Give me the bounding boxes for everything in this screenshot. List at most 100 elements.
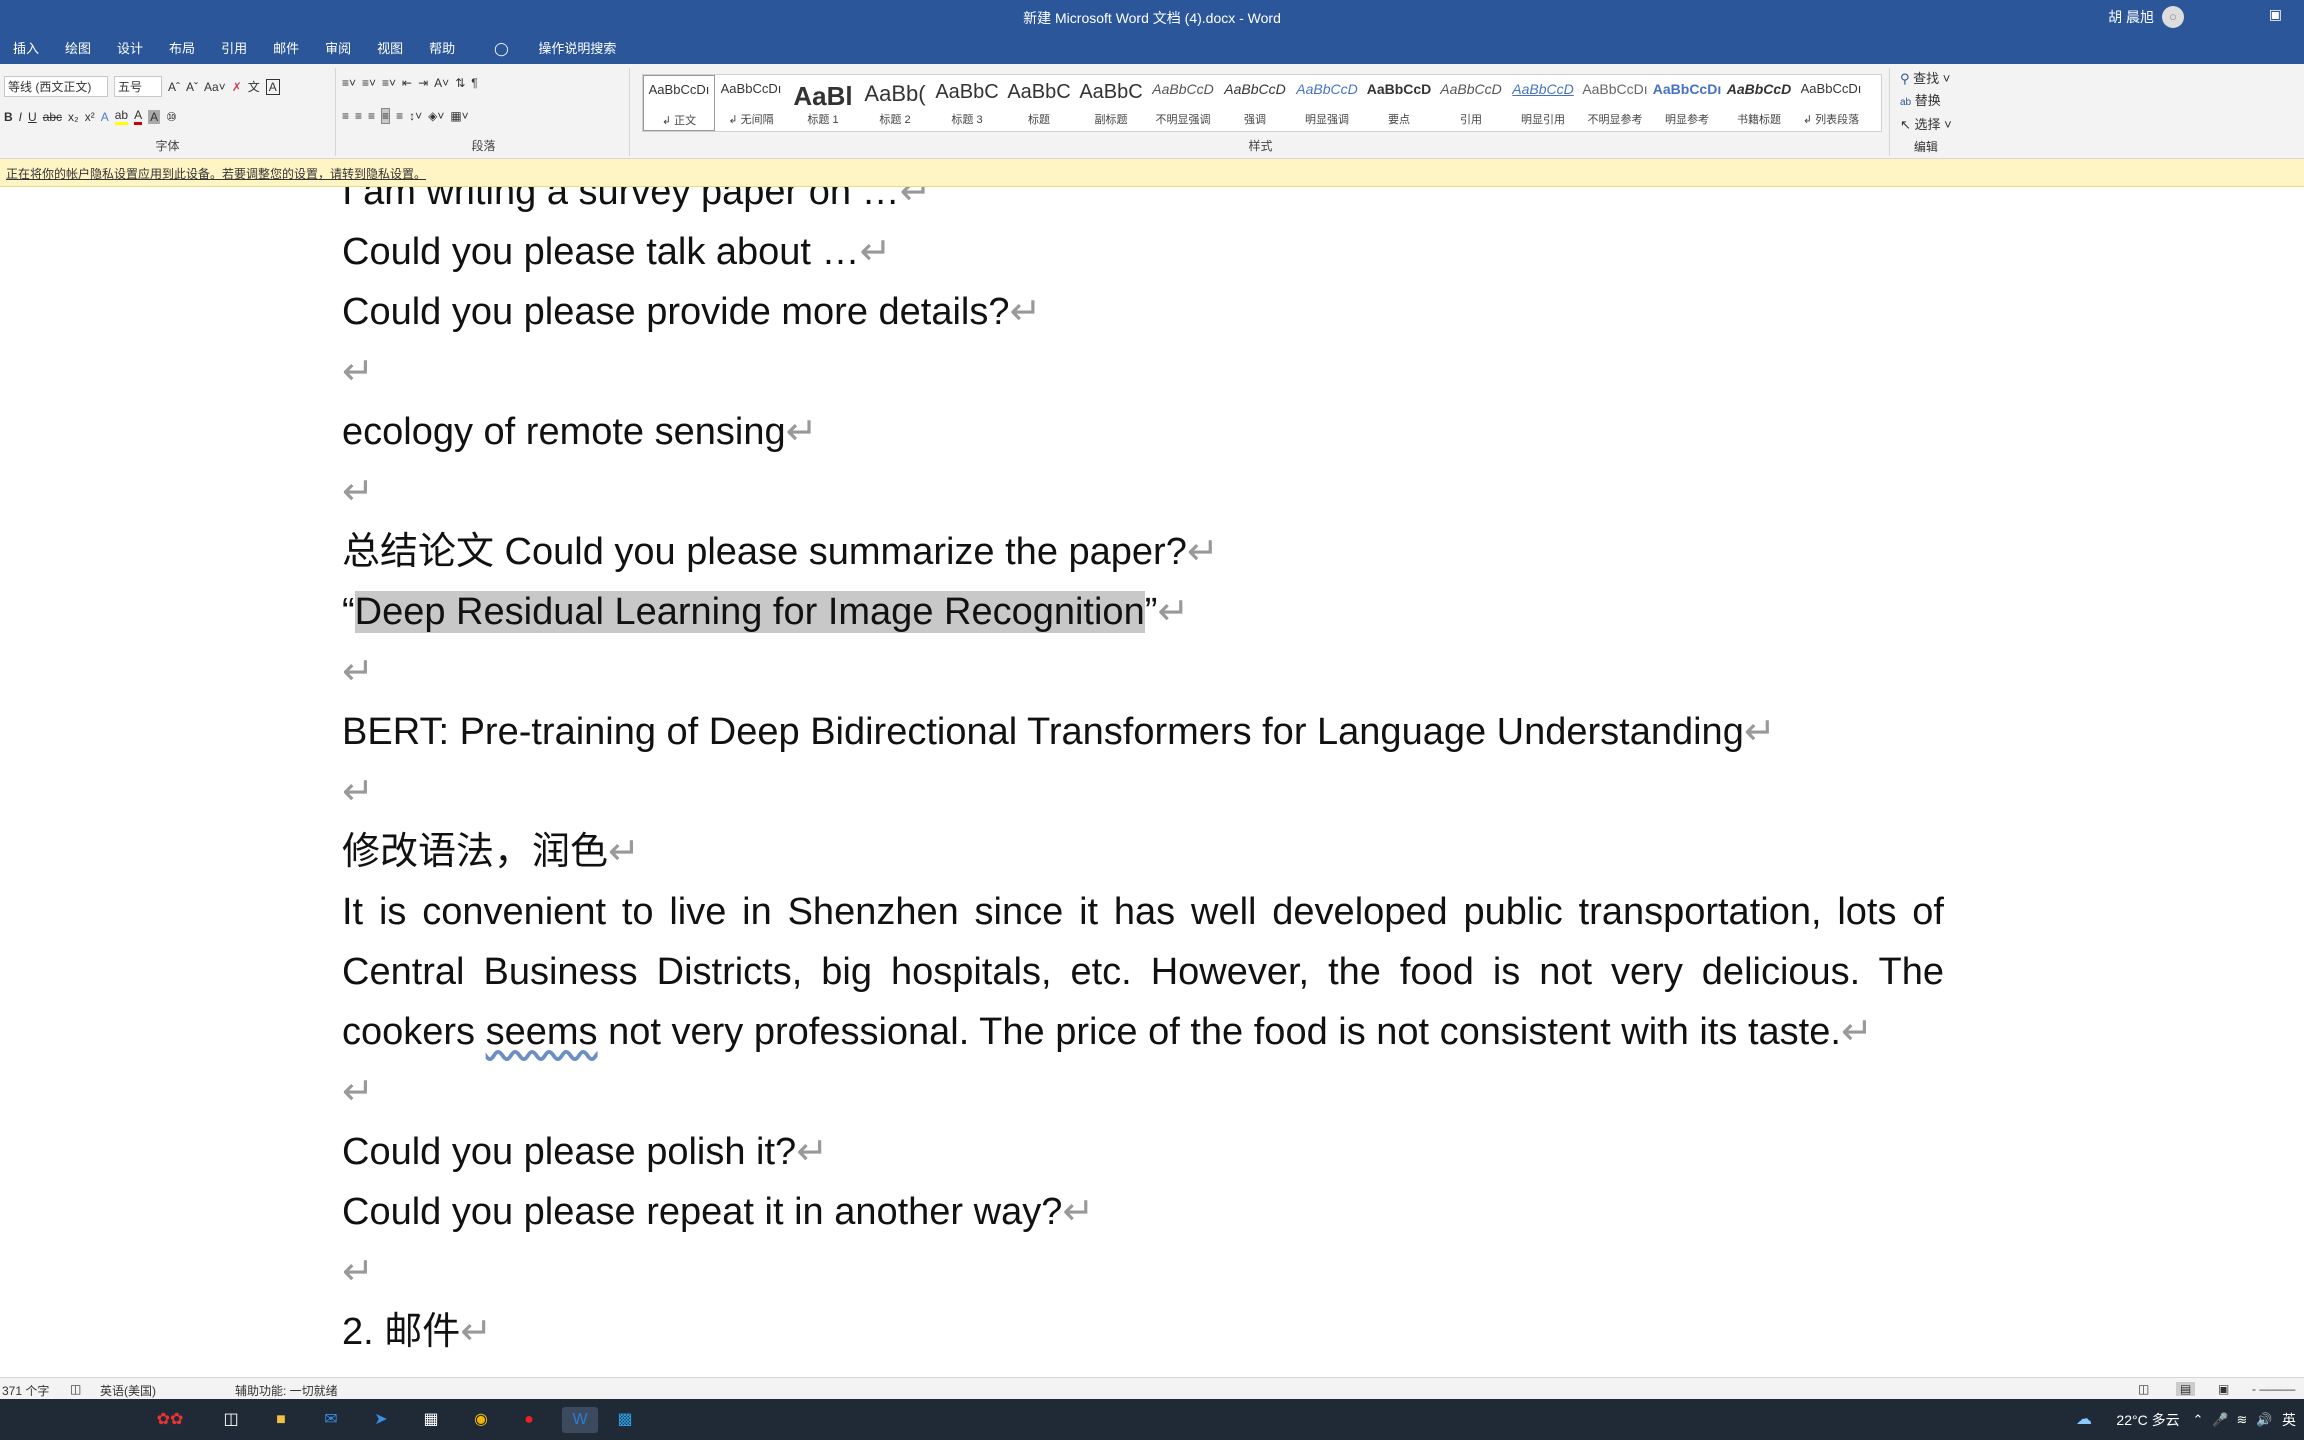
underline-icon[interactable]: U xyxy=(28,110,37,124)
tab-view[interactable]: 视图 xyxy=(364,38,416,57)
tell-me-search[interactable]: ◯ 操作说明搜索 xyxy=(468,38,642,57)
empty-paragraph[interactable]: ↵ xyxy=(342,762,1944,822)
outlook-icon[interactable]: ▩ xyxy=(612,1407,638,1433)
volume-icon[interactable]: 🔊 xyxy=(2256,1407,2272,1433)
mail-icon[interactable]: ✉ xyxy=(318,1407,344,1433)
clear-format-icon[interactable]: ✗ xyxy=(232,80,242,94)
multilevel-list-icon[interactable]: ≡˅ xyxy=(382,76,396,90)
show-marks-icon[interactable]: ¶ xyxy=(471,76,477,90)
user-account[interactable]: 胡 晨旭 ○ xyxy=(2108,6,2184,28)
text-effects-icon[interactable]: A xyxy=(101,110,109,124)
network-icon[interactable]: ≋ xyxy=(2234,1407,2250,1433)
app-icon[interactable]: ➤ xyxy=(368,1407,394,1433)
word-count[interactable]: 371 个字 xyxy=(2,1382,49,1399)
distributed-icon[interactable]: ≡ xyxy=(396,109,403,123)
superscript-icon[interactable]: x² xyxy=(85,110,95,124)
ribbon-display-options-icon[interactable]: ▣ xyxy=(2269,6,2282,23)
char-border-icon[interactable]: A xyxy=(265,78,280,95)
tab-help[interactable]: 帮助 xyxy=(416,38,468,57)
paragraph-heading[interactable]: 2. 邮件↵ xyxy=(342,1302,1944,1362)
tab-review[interactable]: 审阅 xyxy=(312,38,364,57)
recorder-icon[interactable]: ● xyxy=(516,1407,542,1433)
paragraph[interactable]: BERT: Pre-training of Deep Bidirectional… xyxy=(342,702,1944,762)
empty-paragraph[interactable]: ↵ xyxy=(342,342,1944,402)
style-item[interactable]: AaBbCcDı ↲ 正文 xyxy=(643,75,715,131)
paragraph[interactable]: Could you please repeat it in another wa… xyxy=(342,1182,1944,1242)
paragraph[interactable]: 修改语法，润色↵ xyxy=(342,822,1944,882)
strikethrough-icon[interactable]: abc xyxy=(43,110,62,124)
font-name-select[interactable]: 等线 (西文正文) xyxy=(4,76,108,97)
borders-icon[interactable]: ▦˅ xyxy=(450,109,468,123)
change-case-icon[interactable]: Aa˅ xyxy=(204,80,226,94)
grow-font-icon[interactable]: Aˆ xyxy=(168,80,180,94)
font-size-select[interactable]: 五号 xyxy=(114,76,162,97)
style-item[interactable]: AaBbCcDı ↲ 列表段落 xyxy=(1795,75,1867,131)
empty-paragraph[interactable]: ↵ xyxy=(342,462,1944,522)
paragraph-justified[interactable]: It is convenient to live in Shenzhen sin… xyxy=(342,882,1944,1062)
accessibility-status[interactable]: 辅助功能: 一切就绪 xyxy=(235,1382,338,1399)
paragraph[interactable]: 总结论文 Could you please summarize the pape… xyxy=(342,522,1944,582)
font-color-icon[interactable]: A xyxy=(134,108,143,125)
language[interactable]: 英语(美国) xyxy=(100,1382,156,1399)
align-center-icon[interactable]: ≡ xyxy=(355,109,362,123)
style-item[interactable]: AaBbC 副标题 xyxy=(1075,75,1147,131)
style-item[interactable]: AaBbCcD 强调 xyxy=(1219,75,1291,131)
weather-text[interactable]: 22°C 多云 xyxy=(2108,1407,2188,1433)
chrome-icon[interactable]: ◉ xyxy=(468,1407,494,1433)
bullets-icon[interactable]: ≡˅ xyxy=(342,76,356,90)
proofing-icon[interactable]: ◫ xyxy=(70,1382,81,1396)
char-shading-icon[interactable]: A xyxy=(148,109,161,124)
align-right-icon[interactable]: ≡ xyxy=(368,109,375,123)
style-item[interactable]: AaBbCcD 明显引用 xyxy=(1507,75,1579,131)
paragraph[interactable]: Could you please polish it?↵ xyxy=(342,1122,1944,1182)
print-layout-icon[interactable]: ▤ xyxy=(2176,1382,2196,1396)
style-item[interactable]: AaBbCcD 引用 xyxy=(1435,75,1507,131)
line-spacing-icon[interactable]: ↕˅ xyxy=(409,109,422,123)
document-page[interactable]: I am writing a survey paper on …↵ Could … xyxy=(0,187,2304,1377)
paragraph[interactable]: Could you please talk about …↵ xyxy=(342,222,1944,282)
paragraph[interactable]: Could you please provide more details?↵ xyxy=(342,282,1944,342)
phonetic-guide-icon[interactable]: 文 xyxy=(248,78,260,95)
grammar-error[interactable]: seems xyxy=(486,1011,598,1053)
avatar[interactable]: ○ xyxy=(2162,6,2184,28)
task-view-icon[interactable]: ◫ xyxy=(218,1407,244,1433)
paragraph[interactable]: ecology of remote sensing↵ xyxy=(342,402,1944,462)
replace-button[interactable]: ab 替换 xyxy=(1900,90,1952,114)
ime-indicator[interactable]: 英 xyxy=(2278,1407,2300,1433)
style-item[interactable]: AaBbCcD 明显强调 xyxy=(1291,75,1363,131)
store-icon[interactable]: ▦ xyxy=(418,1407,444,1433)
read-mode-icon[interactable]: ◫ xyxy=(2138,1382,2149,1396)
tab-layout[interactable]: 布局 xyxy=(156,38,208,57)
tab-design[interactable]: 设计 xyxy=(104,38,156,57)
paragraph-paper-title[interactable]: “Deep Residual Learning for Image Recogn… xyxy=(342,582,1944,642)
increase-indent-icon[interactable]: ⇥ xyxy=(418,76,428,90)
style-item[interactable]: AaBbCcDı ↲ 无间隔 xyxy=(715,75,787,131)
shading-icon[interactable]: ◈˅ xyxy=(428,109,444,123)
chevron-up-icon[interactable]: ⌃ xyxy=(2190,1407,2206,1433)
paragraph[interactable]: I am writing a survey paper on …↵ xyxy=(342,187,1944,222)
tab-mailings[interactable]: 邮件 xyxy=(260,38,312,57)
enclose-char-icon[interactable]: ⑩ xyxy=(166,110,177,124)
sort-icon[interactable]: ⇅ xyxy=(455,76,465,90)
style-item[interactable]: AaBbC 标题 xyxy=(1003,75,1075,131)
decrease-indent-icon[interactable]: ⇤ xyxy=(402,76,412,90)
subscript-icon[interactable]: x₂ xyxy=(68,110,79,124)
web-layout-icon[interactable]: ▣ xyxy=(2218,1382,2229,1396)
select-button[interactable]: ↖ 选择 ˅ xyxy=(1900,114,1952,136)
style-item[interactable]: AaBl 标题 1 xyxy=(787,75,859,131)
highlight-icon[interactable]: ab xyxy=(114,108,129,125)
style-item[interactable]: AaBbCcDı 明显参考 xyxy=(1651,75,1723,131)
style-item[interactable]: AaBbC 标题 3 xyxy=(931,75,1003,131)
tab-references[interactable]: 引用 xyxy=(208,38,260,57)
microphone-icon[interactable]: 🎤 xyxy=(2212,1407,2228,1433)
numbering-icon[interactable]: ≡˅ xyxy=(362,76,376,90)
shrink-font-icon[interactable]: Aˇ xyxy=(186,80,198,94)
style-item[interactable]: AaBb(标题 2 xyxy=(859,75,931,131)
file-explorer-icon[interactable]: ■ xyxy=(268,1407,294,1433)
italic-icon[interactable]: I xyxy=(19,110,22,124)
asian-layout-icon[interactable]: A˅ xyxy=(434,76,449,90)
align-left-icon[interactable]: ≡ xyxy=(342,109,349,123)
justify-icon[interactable]: ≡ xyxy=(381,108,391,124)
style-item[interactable]: AaBbCcD 书籍标题 xyxy=(1723,75,1795,131)
tab-draw[interactable]: 绘图 xyxy=(52,38,104,57)
